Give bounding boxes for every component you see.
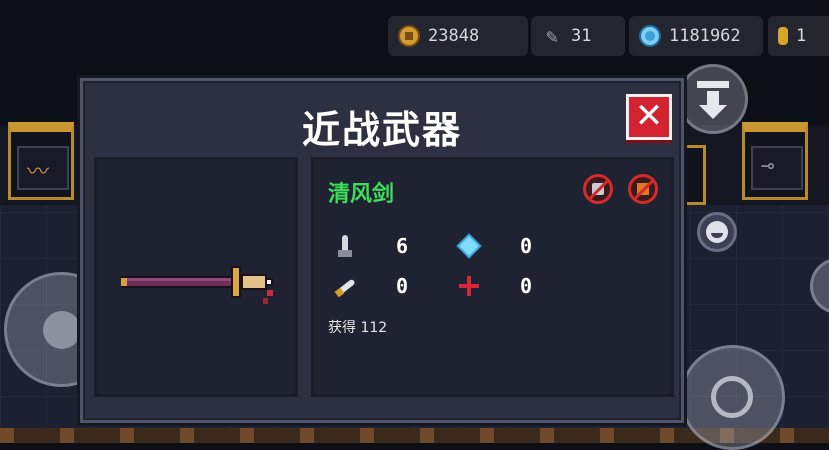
stat-crit-value: 0 bbox=[396, 274, 409, 298]
attack-button[interactable] bbox=[680, 345, 785, 450]
obtained-count: 获得 112 bbox=[328, 317, 387, 337]
no-hammer-icon[interactable] bbox=[583, 174, 613, 204]
material-count: 31 bbox=[571, 26, 592, 46]
coin-count: 23848 bbox=[428, 26, 480, 46]
crossbow-icon: ⊸ bbox=[761, 154, 775, 179]
weapon-info-dialog: 近战武器 ✕ 清风剑 6 0 0 0 获得 112 bbox=[80, 78, 684, 423]
weapon-name: 清风剑 bbox=[328, 182, 395, 207]
crosshair-icon bbox=[458, 275, 480, 297]
emote-button[interactable] bbox=[697, 212, 737, 252]
weapon-rack-left[interactable]: 〰 bbox=[8, 122, 74, 200]
drop-down-icon bbox=[697, 81, 729, 119]
close-button[interactable]: ✕ bbox=[626, 94, 672, 140]
diamond-icon bbox=[458, 235, 480, 257]
coin-icon bbox=[398, 25, 420, 47]
gem-counter: 1181962 bbox=[629, 16, 763, 56]
smiley-icon bbox=[706, 221, 728, 243]
weapon-preview-panel bbox=[94, 157, 298, 397]
weapon-rack-slot: ⊸ bbox=[751, 146, 803, 190]
bow-icon: 〰 bbox=[27, 160, 50, 185]
gem-icon bbox=[639, 25, 661, 47]
stat-damage: 6 bbox=[334, 234, 408, 258]
sword-sprite bbox=[121, 266, 273, 304]
weapon-rack-slot: 〰 bbox=[17, 146, 69, 190]
coin-counter: 23848 bbox=[388, 16, 528, 56]
token-counter: 1 bbox=[768, 16, 829, 56]
weapon-info-panel: 清风剑 6 0 0 0 获得 112 bbox=[311, 157, 674, 397]
stat-energy-value: 0 bbox=[520, 234, 533, 258]
close-icon: ✕ bbox=[634, 96, 664, 136]
no-fire-icon[interactable] bbox=[628, 174, 658, 204]
gem-count: 1181962 bbox=[669, 26, 741, 46]
material-counter: ✎ 31 bbox=[531, 16, 625, 56]
weapon-rack-right[interactable]: ⊸ bbox=[742, 122, 808, 200]
weapon-rack-edge bbox=[686, 145, 706, 205]
knife-icon bbox=[334, 275, 356, 297]
sword-icon bbox=[334, 235, 356, 257]
stat-crit: 0 bbox=[334, 274, 408, 298]
token-icon bbox=[778, 27, 788, 45]
stat-accuracy: 0 bbox=[458, 274, 532, 298]
drop-weapon-button[interactable] bbox=[678, 64, 748, 134]
feather-icon: ✎ bbox=[545, 24, 559, 48]
dialog-title: 近战武器 bbox=[301, 108, 462, 152]
stat-accuracy-value: 0 bbox=[520, 274, 533, 298]
stat-damage-value: 6 bbox=[396, 234, 409, 258]
obtained-value: 112 bbox=[360, 320, 388, 336]
obtained-label: 获得 bbox=[328, 320, 356, 336]
joystick-knob[interactable] bbox=[43, 311, 81, 349]
stat-energy: 0 bbox=[458, 234, 532, 258]
token-count: 1 bbox=[796, 26, 807, 46]
crosshair-icon bbox=[711, 376, 753, 418]
